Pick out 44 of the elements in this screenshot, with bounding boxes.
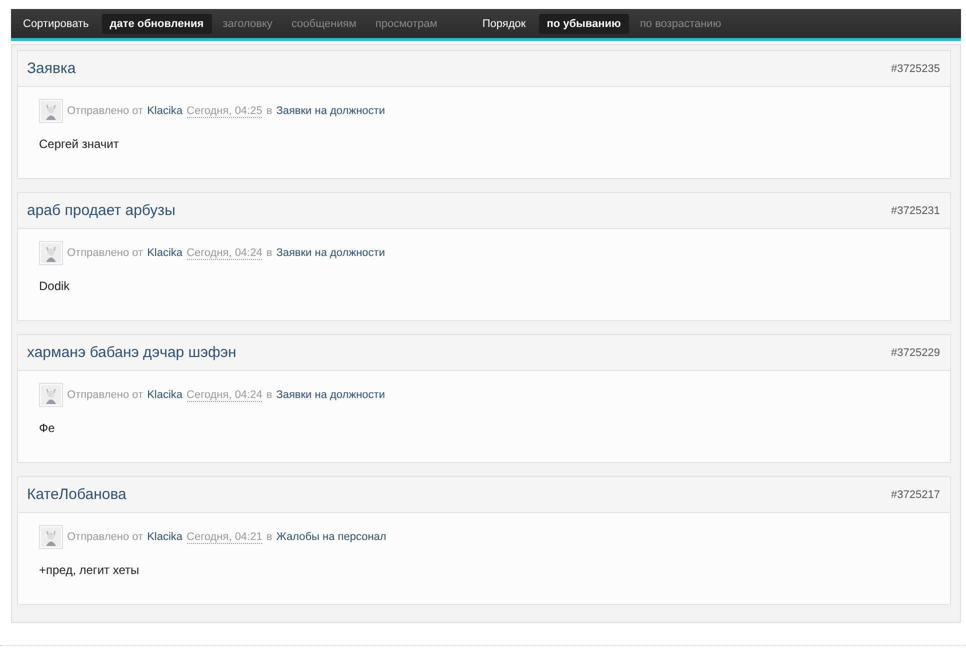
avatar-icon[interactable] [39,383,63,407]
forum-link[interactable]: Заявки на должности [276,247,385,259]
post-text: Сергей значит [39,137,120,151]
in-label: в [266,105,272,117]
author-link[interactable]: Klacika [147,531,183,543]
in-label: в [266,247,272,259]
order-option[interactable]: по убыванию [538,14,629,34]
forum-link[interactable]: Заявки на должности [276,389,385,401]
avatar-icon[interactable] [39,241,63,265]
sort-label: Сортировать [23,18,89,30]
post-date: Сегодня, 04:24 [186,388,262,402]
post-text: +пред, легит хеты [39,563,140,577]
posted-by-label: Отправлено от [67,247,144,259]
author-link[interactable]: Klacika [147,247,183,259]
post-text: Фе [39,421,56,435]
avatar-icon[interactable] [39,525,63,549]
topic-id[interactable]: #3725235 [891,62,940,74]
forum-link[interactable]: Заявки на должности [276,105,385,117]
topic-title[interactable]: КатеЛобанова [27,486,126,503]
topic-id[interactable]: #3725231 [891,204,940,216]
order-option[interactable]: по возрастанию [632,14,730,34]
post-text: Dodik [39,279,71,293]
topic-title[interactable]: харманэ бабанэ дэчар шэфэн [27,344,236,361]
posted-by-label: Отправлено от [67,531,144,543]
author-link[interactable]: Klacika [147,389,183,401]
forum-link[interactable]: Жалобы на персонал [276,531,386,543]
sort-option[interactable]: заголовку [214,14,280,34]
in-label: в [266,389,272,401]
order-label: Порядок [482,18,526,30]
author-link[interactable]: Klacika [147,105,183,117]
posted-by-label: Отправлено от [67,389,144,401]
topic-title[interactable]: Заявка [27,60,76,77]
topic-id[interactable]: #3725217 [891,488,940,500]
sort-option[interactable]: просмотрам [367,14,446,34]
posted-by-label: Отправлено от [67,105,144,117]
topic-title[interactable]: араб продает арбузы [27,202,176,219]
post-date: Сегодня, 04:24 [186,246,262,260]
avatar-icon[interactable] [39,99,63,123]
post-date: Сегодня, 04:25 [186,104,262,118]
topic-id[interactable]: #3725229 [891,346,940,358]
sort-option[interactable]: сообщениям [283,14,364,34]
post-date: Сегодня, 04:21 [186,530,262,544]
in-label: в [266,531,272,543]
sort-option[interactable]: дате обновления [102,14,212,34]
